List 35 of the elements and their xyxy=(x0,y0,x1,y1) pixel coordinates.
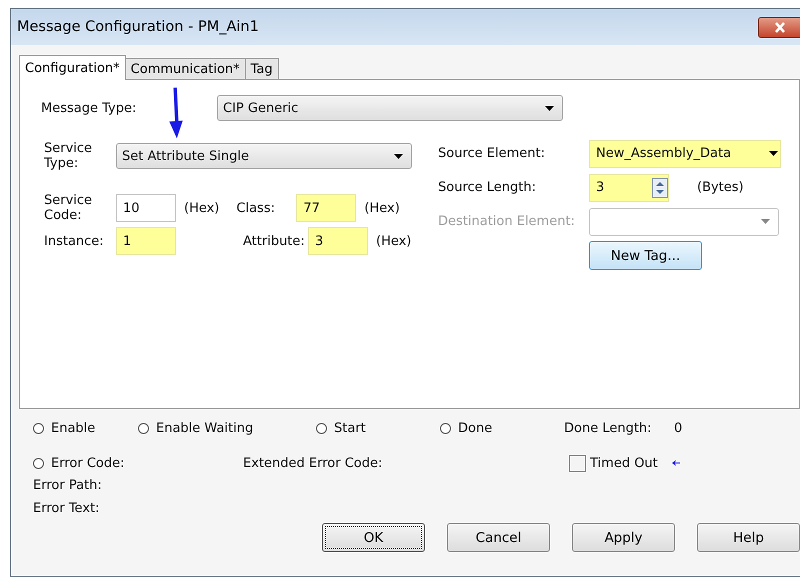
source-element-dropdown[interactable]: New_Assembly_Data xyxy=(589,140,781,168)
field-label: Extended Error Code: xyxy=(243,456,384,470)
field-label: Error Path: xyxy=(33,477,103,495)
new-tag-button[interactable]: New Tag... xyxy=(589,241,702,270)
field-label: Source Element: xyxy=(438,146,546,161)
tab[interactable]: Tag xyxy=(244,58,279,79)
field-label: Class: xyxy=(236,200,276,216)
dialog-button[interactable]: Cancel xyxy=(447,523,550,552)
unit-label: (Hex) xyxy=(376,234,412,248)
field-label: Service Code: xyxy=(44,193,94,223)
field-label: Attribute: xyxy=(243,234,306,248)
dialog-button[interactable]: Apply xyxy=(572,523,675,552)
field-label: Service Type: xyxy=(44,141,94,171)
service-type-dropdown[interactable]: Set Attribute Single xyxy=(116,143,412,169)
unit-label: (Bytes) xyxy=(697,180,744,195)
done-length-value: 0 xyxy=(674,420,682,436)
dialog-button[interactable]: OK xyxy=(322,523,425,552)
dialog-button[interactable]: Help xyxy=(697,523,800,552)
tab[interactable]: Configuration* xyxy=(19,55,126,80)
field-label: Error Text: xyxy=(33,500,100,518)
tab[interactable]: Communication* xyxy=(124,58,246,79)
field-label: Destination Element: xyxy=(438,214,576,229)
message-type-dropdown[interactable]: CIP Generic xyxy=(217,95,563,121)
service-code-field[interactable]: 10 xyxy=(116,194,176,222)
attribute-field[interactable]: 3 xyxy=(308,227,368,255)
source-length-field[interactable]: 3 xyxy=(589,174,669,202)
field-label: Done Length: xyxy=(564,420,653,436)
unit-label: (Hex) xyxy=(364,200,400,216)
field-label: Message Type: xyxy=(41,100,138,116)
field-label: Instance: xyxy=(44,234,105,248)
unit-label: (Hex) xyxy=(184,200,220,216)
instance-field[interactable]: 1 xyxy=(116,227,176,255)
field-label: Source Length: xyxy=(438,180,538,195)
window-title: Message Configuration - PM_Ain1 xyxy=(17,19,259,35)
class-field[interactable]: 77 xyxy=(296,194,356,222)
